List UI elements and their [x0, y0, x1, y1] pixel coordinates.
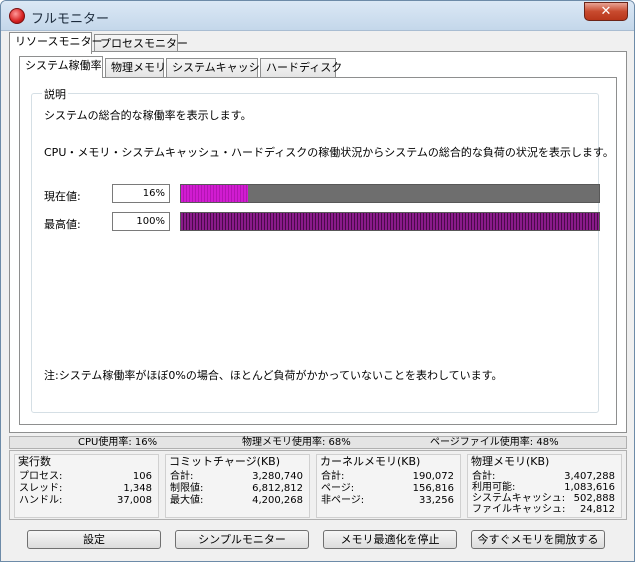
tab-system-cache[interactable]: システムキャッシュ	[166, 58, 271, 78]
free-memory-now-button[interactable]: 今すぐメモリを開放する	[471, 530, 605, 549]
note-text: 注:システム稼働率がほぼ0%の場合、ほとんど負荷がかかっていないことを表わしてい…	[44, 369, 503, 382]
cpu-usage-status: CPU使用率: 16%	[78, 437, 158, 448]
stat-row-file-cache: ファイルキャッシュ: 24,812	[472, 504, 615, 516]
stat-key: 合計:	[321, 471, 345, 482]
current-value-label: 現在値:	[44, 190, 81, 203]
settings-button[interactable]: 設定	[27, 530, 161, 549]
app-icon	[9, 8, 25, 24]
stat-row-threads: スレッド: 1,348	[19, 483, 152, 495]
description-line-1: システムの総合的な稼働率を表示します。	[44, 109, 252, 122]
title-bar: フルモニター ✕	[1, 1, 634, 31]
app-window: フルモニター ✕ リソースモニター プロセスモニター システム稼働率 物理メモリ…	[0, 0, 635, 562]
usage-status-bar: CPU使用率: 16% 物理メモリ使用率: 68% ページファイル使用率: 48…	[9, 436, 627, 449]
stat-row-handles: ハンドル: 37,008	[19, 495, 152, 507]
peak-value-field: 100%	[112, 212, 170, 231]
description-group: 説明 システムの総合的な稼働率を表示します。 CPU・メモリ・システムキャッシュ…	[31, 86, 614, 413]
stat-value: 3,280,740	[252, 471, 303, 482]
stat-key: ハンドル:	[19, 495, 63, 506]
window-title: フルモニター	[31, 12, 110, 27]
stat-value: 33,256	[419, 495, 454, 506]
stat-key: 合計:	[170, 471, 194, 482]
stat-key: ページ:	[321, 483, 355, 494]
physical-memory-usage-status: 物理メモリ使用率: 68%	[242, 437, 351, 448]
stat-key: スレッド:	[19, 483, 63, 494]
stat-value: 190,072	[412, 471, 454, 482]
stat-key: ファイルキャッシュ:	[472, 504, 566, 515]
stat-row-kernel-paged: ページ: 156,816	[321, 483, 454, 495]
peak-utilization-fill	[181, 213, 599, 230]
page-file-usage-status: ページファイル使用率: 48%	[430, 437, 559, 448]
tab-hard-disk[interactable]: ハードディスク	[260, 58, 342, 78]
stat-key: 制限値:	[170, 483, 204, 494]
close-button[interactable]: ✕	[584, 2, 628, 21]
system-utilization-panel: 説明 システムの総合的な稼働率を表示します。 CPU・メモリ・システムキャッシュ…	[19, 77, 617, 425]
commit-charge-title: コミットチャージ(KB)	[169, 455, 281, 468]
current-value-field: 16%	[112, 184, 170, 203]
stats-panel: 実行数 プロセス: 106 スレッド: 1,348 ハンドル: 37,008 コ…	[9, 450, 627, 520]
stat-value: 24,812	[580, 504, 615, 515]
stat-row-kernel-total: 合計: 190,072	[321, 471, 454, 483]
stat-row-commit-total: 合計: 3,280,740	[170, 471, 303, 483]
stat-key: 非ページ:	[321, 495, 365, 506]
stat-value: 6,812,812	[252, 483, 303, 494]
physical-memory-group: 物理メモリ(KB) 合計: 3,407,288 利用可能: 1,083,616 …	[467, 454, 622, 518]
kernel-memory-group: カーネルメモリ(KB) 合計: 190,072 ページ: 156,816 非ペー…	[316, 454, 461, 518]
stat-value: 1,348	[123, 483, 152, 494]
executing-count-group: 実行数 プロセス: 106 スレッド: 1,348 ハンドル: 37,008	[14, 454, 159, 518]
description-line-2: CPU・メモリ・システムキャッシュ・ハードディスクの稼働状況からシステムの総合的…	[44, 146, 614, 159]
current-utilization-fill	[181, 185, 248, 202]
peak-utilization-bar	[180, 212, 600, 231]
stat-row-kernel-nonpaged: 非ページ: 33,256	[321, 495, 454, 507]
tab-physical-memory[interactable]: 物理メモリ	[105, 58, 166, 78]
stat-row-processes: プロセス: 106	[19, 471, 152, 483]
resource-monitor-panel: システム稼働率 物理メモリ システムキャッシュ ハードディスク 説明 システムの…	[9, 51, 627, 433]
tab-system-utilization[interactable]: システム稼働率	[19, 56, 103, 78]
physical-memory-title: 物理メモリ(KB)	[471, 455, 550, 468]
tab-resource-monitor[interactable]: リソースモニター	[9, 32, 102, 54]
simple-monitor-button[interactable]: シンプルモニター	[175, 530, 309, 549]
stat-key: 最大値:	[170, 495, 204, 506]
current-utilization-bar	[180, 184, 600, 203]
stat-row-commit-limit: 制限値: 6,812,812	[170, 483, 303, 495]
stop-memory-optimization-button[interactable]: メモリ最適化を停止	[323, 530, 457, 549]
stat-value: 37,008	[117, 495, 152, 506]
stat-key: プロセス:	[19, 471, 63, 482]
commit-charge-group: コミットチャージ(KB) 合計: 3,280,740 制限値: 6,812,81…	[165, 454, 310, 518]
description-group-label: 説明	[42, 86, 68, 102]
kernel-memory-title: カーネルメモリ(KB)	[320, 455, 421, 468]
stat-value: 106	[132, 471, 152, 482]
sub-tab-strip: システム稼働率 物理メモリ システムキャッシュ ハードディスク	[19, 56, 617, 78]
stat-value: 4,200,268	[252, 495, 303, 506]
stat-value: 156,816	[412, 483, 454, 494]
stat-row-commit-peak: 最大値: 4,200,268	[170, 495, 303, 507]
executing-count-title: 実行数	[18, 455, 51, 468]
peak-value-label: 最高値:	[44, 218, 81, 231]
